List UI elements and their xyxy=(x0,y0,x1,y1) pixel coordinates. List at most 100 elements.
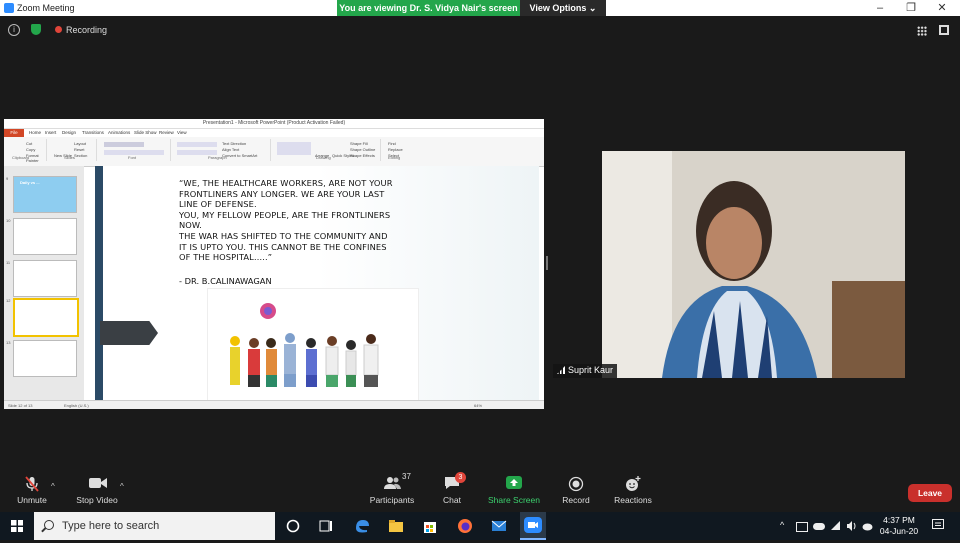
clock-date: 04-Jun-20 xyxy=(879,526,919,536)
cortana-icon[interactable] xyxy=(284,517,302,535)
ribbon-command: Shape Outline xyxy=(350,147,376,152)
ribbon-group-font: Font xyxy=(100,139,171,161)
participant-video xyxy=(602,151,905,378)
window-title: Zoom Meeting xyxy=(17,3,75,13)
zoom-level: 64% xyxy=(474,403,483,408)
notifications-icon[interactable] xyxy=(932,519,944,533)
zoom-logo-icon xyxy=(4,3,14,13)
powerpoint-status-bar: Slide 12 of 13 English (U.S.) 64% xyxy=(4,400,544,409)
thumb-number: 11 xyxy=(6,260,11,265)
mail-icon[interactable] xyxy=(490,517,508,535)
language-label: English (U.S.) xyxy=(64,403,89,408)
windows-taskbar: Type here to search ^ 4:37 PM 04-Jun-20 xyxy=(0,512,960,540)
slide-thumbnail[interactable] xyxy=(13,218,77,255)
meeting-toolbar: Unmute ^ Stop Video ^ 37 Participants 3 … xyxy=(0,472,960,512)
system-clock[interactable]: 4:37 PM 04-Jun-20 xyxy=(876,515,922,537)
fullscreen-icon[interactable] xyxy=(939,25,949,35)
clock-time: 4:37 PM xyxy=(883,515,915,525)
minimize-button[interactable]: – xyxy=(864,0,896,16)
recording-label: Recording xyxy=(66,25,108,35)
ribbon-group-paragraph: Text Direction Align Text Convert to Sma… xyxy=(174,139,271,161)
reactions-icon xyxy=(625,476,641,491)
ribbon-tab-file: File xyxy=(4,129,24,137)
signal-strength-icon xyxy=(557,366,565,374)
ribbon-group-editing: Find Replace Select Editing xyxy=(384,139,414,161)
participants-icon: 37 xyxy=(384,472,411,490)
search-placeholder: Type here to search xyxy=(62,520,160,532)
unmute-button[interactable]: Unmute xyxy=(16,476,48,505)
close-button[interactable]: ✕ xyxy=(926,0,958,16)
share-screen-button[interactable]: Share Screen xyxy=(486,476,542,505)
ribbon-group-label: Font xyxy=(128,155,137,160)
windows-start-icon[interactable] xyxy=(11,520,23,532)
ribbon-group-label: Paragraph xyxy=(208,155,227,160)
cloud-sync-icon[interactable] xyxy=(862,521,873,533)
video-options-caret[interactable]: ^ xyxy=(120,482,124,491)
thumb-number: 13 xyxy=(6,340,11,345)
ribbon-group-drawing: Arrange Quick Styles Shape Fill Shape Ou… xyxy=(274,139,381,161)
video-camera-icon xyxy=(89,476,107,490)
shapes-gallery xyxy=(277,142,311,155)
show-hidden-icons[interactable]: ^ xyxy=(780,520,784,530)
chat-badge: 3 xyxy=(455,472,466,483)
onedrive-icon[interactable] xyxy=(813,523,825,530)
shield-icon[interactable] xyxy=(31,24,41,35)
ribbon-group-label: Editing xyxy=(388,155,401,160)
ribbon-tabs: File Home Insert Design Transitions Anim… xyxy=(4,129,544,137)
thumb-number: 9 xyxy=(6,176,9,181)
battery-icon[interactable] xyxy=(796,522,808,532)
chat-button[interactable]: 3 Chat xyxy=(438,472,466,505)
thumb-number: 10 xyxy=(6,218,11,223)
slide-accent-bar xyxy=(95,166,103,400)
gallery-view-icon[interactable] xyxy=(917,26,927,36)
maximize-button[interactable]: ❐ xyxy=(895,0,927,16)
ribbon-tab: Review xyxy=(159,130,174,135)
record-icon xyxy=(568,476,584,492)
reactions-button[interactable]: Reactions xyxy=(612,476,654,505)
ribbon-command: Layout xyxy=(74,141,87,146)
file-explorer-icon[interactable] xyxy=(387,517,405,535)
slide-thumbnails[interactable]: 9 Daily vs ... 10 11 12 13 xyxy=(4,166,84,400)
slide-thumbnail[interactable] xyxy=(13,260,77,297)
taskbar-search-box[interactable]: Type here to search xyxy=(34,512,275,540)
split-divider-handle[interactable] xyxy=(546,256,548,270)
firefox-icon[interactable] xyxy=(456,517,474,535)
audio-options-caret[interactable]: ^ xyxy=(51,482,55,491)
slide-thumbnail[interactable] xyxy=(13,340,77,377)
share-screen-label: Share Screen xyxy=(488,495,540,505)
ribbon-command: Text Direction xyxy=(222,141,247,146)
ribbon-tab: Transitions xyxy=(82,130,104,135)
participant-name: Suprit Kaur xyxy=(568,365,614,375)
ribbon-tab: Animations xyxy=(108,130,131,135)
leave-button[interactable]: Leave xyxy=(908,484,952,502)
ribbon-command: Reset xyxy=(74,147,85,152)
ribbon-command: Copy xyxy=(26,147,36,152)
shared-screen: Presentation1 - Microsoft PowerPoint (Pr… xyxy=(4,119,544,409)
chevron-down-icon: ⌄ xyxy=(588,3,597,13)
store-icon[interactable] xyxy=(421,517,439,535)
info-icon[interactable]: i xyxy=(8,24,20,36)
unmute-label: Unmute xyxy=(17,495,47,505)
record-button[interactable]: Record xyxy=(560,476,592,505)
view-options-button[interactable]: View Options ⌄ xyxy=(520,0,606,16)
volume-icon[interactable] xyxy=(846,521,857,533)
share-screen-icon xyxy=(506,476,522,490)
search-icon xyxy=(44,520,54,530)
ribbon-command: Shape Effects xyxy=(350,153,375,158)
participants-count: 37 xyxy=(402,472,411,481)
ribbon-tab: Insert xyxy=(45,130,57,135)
stop-video-button[interactable]: Stop Video xyxy=(74,476,120,505)
ribbon-group-label: Slides xyxy=(64,155,75,160)
zoom-icon[interactable] xyxy=(520,512,546,540)
participants-label: Participants xyxy=(369,495,415,505)
wifi-icon[interactable] xyxy=(830,521,841,533)
task-view-icon[interactable] xyxy=(317,517,335,535)
edge-icon[interactable] xyxy=(353,517,371,535)
recording-icon xyxy=(55,26,62,33)
participants-button[interactable]: 37 Participants xyxy=(368,472,416,505)
ribbon: Cut Copy Format Painter Clipboard New Sl… xyxy=(4,137,544,167)
ribbon-tab: View xyxy=(177,130,187,135)
slide-thumbnail-selected[interactable] xyxy=(13,298,79,337)
slide-thumbnail[interactable]: Daily vs ... xyxy=(13,176,77,213)
ribbon-command: Convert to SmartArt xyxy=(222,153,258,158)
